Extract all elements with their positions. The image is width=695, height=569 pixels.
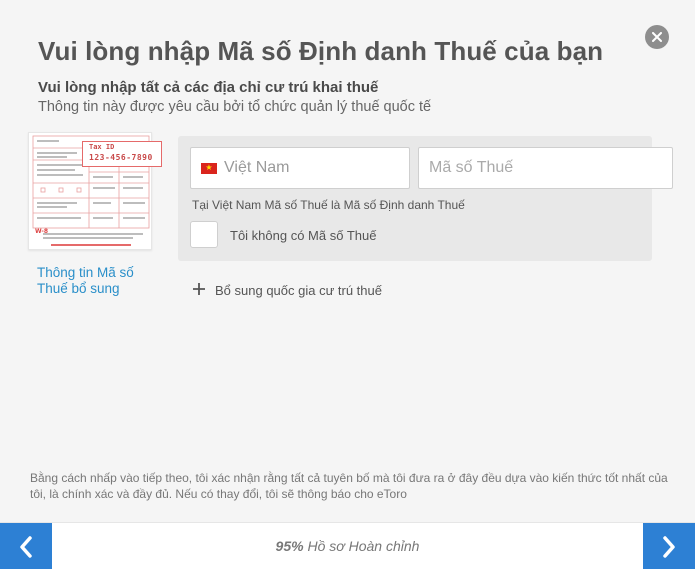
tax-id-tag-label: Tax ID: [89, 143, 115, 151]
page-subtitle: Vui lòng nhập tất cả các địa chỉ cư trú …: [38, 79, 379, 96]
tax-id-tag: Tax ID 123-456-7890: [82, 141, 162, 167]
tax-id-placeholder: Mã số Thuế: [429, 159, 514, 176]
add-tax-country-button[interactable]: Bổ sung quốc gia cư trú thuế: [192, 282, 382, 298]
tax-id-input[interactable]: Mã số Thuế: [418, 147, 673, 189]
profile-progress: 95% Hồ sơ Hoàn chỉnh: [52, 538, 643, 554]
add-tax-country-label: Bổ sung quốc gia cư trú thuế: [215, 282, 382, 298]
progress-label: Hồ sơ Hoàn chỉnh: [307, 538, 420, 554]
svg-text:W-8: W-8: [35, 228, 48, 235]
page-title: Vui lòng nhập Mã số Định danh Thuế của b…: [38, 36, 604, 66]
country-value: Việt Nam: [224, 159, 290, 176]
vietnam-flag-icon: ★: [201, 162, 217, 174]
additional-tax-info-link[interactable]: Thông tin Mã số Thuế bổ sung: [37, 265, 147, 297]
close-button[interactable]: [645, 25, 669, 49]
tax-id-tag-number: 123-456-7890: [89, 153, 153, 162]
back-button[interactable]: [0, 523, 52, 569]
country-select[interactable]: ★ Việt Nam: [190, 147, 410, 189]
no-tax-id-checkbox[interactable]: [190, 221, 218, 248]
progress-percent: 95%: [275, 538, 304, 554]
footer-bar: 95% Hồ sơ Hoàn chỉnh: [0, 522, 695, 569]
close-icon: [652, 32, 662, 42]
next-button[interactable]: [643, 523, 695, 569]
tax-id-hint: Tại Việt Nam Mã số Thuế là Mã số Định da…: [192, 198, 465, 212]
disclaimer-text: Bằng cách nhấp vào tiếp theo, tôi xác nh…: [30, 471, 668, 501]
page-description: Thông tin này được yêu cầu bởi tổ chức q…: [38, 99, 432, 115]
tax-entry-panel: ★ Việt Nam Mã số Thuế Tại Việt Nam Mã số…: [178, 136, 673, 261]
plus-icon: [192, 282, 208, 298]
chevron-right-icon: [663, 535, 675, 558]
chevron-left-icon: [20, 535, 32, 558]
no-tax-id-label[interactable]: Tôi không có Mã số Thuế: [230, 228, 376, 243]
